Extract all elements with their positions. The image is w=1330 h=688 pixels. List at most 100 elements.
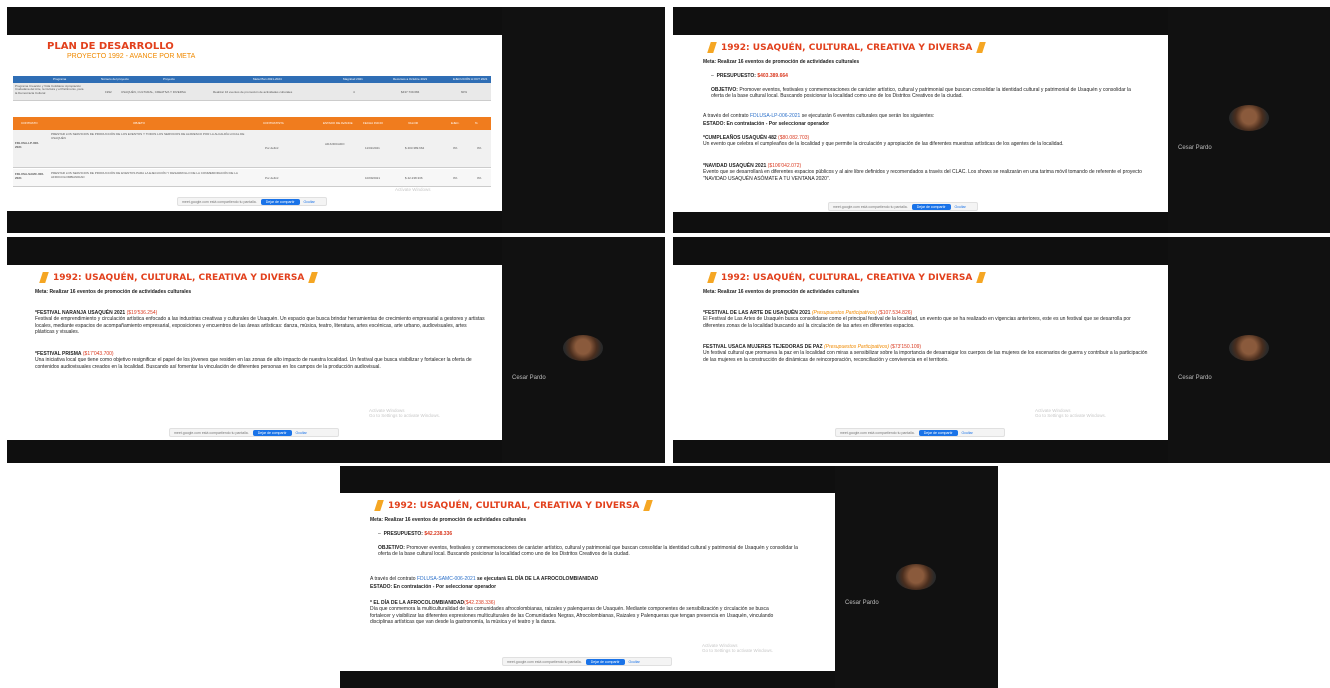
participant-avatar — [896, 564, 936, 590]
event-1: *FESTIVAL NARANJA USAQUÉN 2021 ($19'536.… — [35, 310, 485, 335]
event-2-title: FESTIVAL USACA MUJERES TEJEDORAS DE PAZ — [703, 344, 823, 350]
table-1-row: Programa Creación y Vida Cotidiana: Apro… — [13, 83, 491, 101]
share-bar-text: meet.google.com está compartiendo tu pan… — [174, 430, 249, 435]
table-1-cell: 1992 — [105, 90, 112, 94]
stop-sharing-button[interactable]: Dejar de compartir — [260, 198, 300, 205]
event-1: *FESTIVAL DE LAS ARTE DE USAQUÉN 2021 (P… — [703, 310, 1153, 329]
table-2-header-cell: CONTRATO — [21, 121, 38, 125]
table-2-cell: 10/09/2021 — [365, 176, 381, 180]
objective-text: Promover eventos, festivales y conmemora… — [378, 545, 798, 558]
screen-share-frame-1: PLAN DE DESARROLLO PROYECTO 1992 - AVANC… — [7, 7, 665, 233]
table-1-header-cell: Recursos a Octubre 2021 — [393, 77, 428, 81]
share-bar: meet.google.com está compartiendo tu pan… — [835, 428, 1005, 437]
watermark: Activate Windows Go to Settings to activ… — [1035, 408, 1106, 419]
event-2-title: *FESTIVAL PRISMA — [35, 351, 82, 357]
event-1-tag: (Presupuestos Participativos) — [811, 310, 877, 316]
share-bar-text: meet.google.com está compartiendo tu pan… — [182, 199, 257, 204]
slide-title-row: 1992: USAQUÉN, CULTURAL, CREATIVA Y DIVE… — [707, 42, 987, 53]
table-2-cell: PRESTAR LOS SERVICIOS DE PRODUCCIÓN DE L… — [51, 132, 245, 140]
event-2: *FESTIVAL PRISMA ($17'043.700) Una inici… — [35, 351, 485, 370]
accent-mark-icon — [39, 272, 49, 283]
hide-button[interactable]: Ocultar — [304, 200, 315, 204]
stop-sharing-button[interactable]: Dejar de compartir — [911, 203, 951, 210]
event-1-value: ($42.238.336) — [464, 600, 496, 606]
table-1-header-cell: Número del proyecto — [101, 77, 129, 81]
objective-block: OBJETIVO: Promover eventos, festivales y… — [378, 545, 798, 558]
budget-value: $42.238.336 — [424, 531, 453, 537]
hide-button[interactable]: Ocultar — [955, 205, 966, 209]
participant-name: Cesar Pardo — [512, 375, 546, 381]
slide-plan-desarrollo: PLAN DE DESARROLLO PROYECTO 1992 - AVANC… — [7, 35, 502, 211]
table-2-cell: Por definir — [265, 146, 279, 150]
slide-subtitle: PROYECTO 1992 - AVANCE POR META — [67, 53, 196, 60]
table-2-cell: 0% — [477, 146, 482, 150]
table-2-header-cell: FECHA INICIO — [363, 121, 384, 125]
hide-button[interactable]: Ocultar — [629, 660, 640, 664]
stop-sharing-button[interactable]: Dejar de compartir — [585, 658, 625, 665]
stop-sharing-button[interactable]: Dejar de compartir — [252, 429, 292, 436]
participant-name: Cesar Pardo — [1178, 375, 1212, 381]
budget-line: – PRESUPUESTO: $403.389.664 — [711, 73, 788, 79]
share-bar-text: meet.google.com está compartiendo tu pan… — [840, 430, 915, 435]
participant-name: Cesar Pardo — [1178, 145, 1212, 151]
share-bar: meet.google.com está compartiendo tu pan… — [828, 202, 978, 211]
event-2-value: ($73'150.109) — [890, 344, 922, 350]
contract-suffix: se ejecutará EL DÍA DE LA AFROCOLOMBIANI… — [477, 576, 599, 582]
status-line: ESTADO: En contratación - Por selecciona… — [370, 584, 497, 590]
table-1-header-cell: Magnitud 2021 — [343, 77, 363, 81]
slide-1992-eventos-a: 1992: USAQUÉN, CULTURAL, CREATIVA Y DIVE… — [673, 35, 1168, 212]
event-2-text: Evento que se desarrollará en diferentes… — [703, 169, 1142, 182]
share-bar: meet.google.com está compartiendo tu pan… — [169, 428, 339, 437]
stop-sharing-button[interactable]: Dejar de compartir — [918, 429, 958, 436]
slide-title: 1992: USAQUÉN, CULTURAL, CREATIVA Y DIVE… — [388, 500, 640, 511]
table-1-cell: $437.739.684 — [401, 90, 420, 94]
table-1-header-cell: Proyecto — [163, 77, 175, 81]
table-1-cell: 4 — [353, 90, 355, 94]
slide-title-row: 1992: USAQUÉN, CULTURAL, CREATIVA Y DIVE… — [707, 272, 987, 283]
event-2-value: ($17'043.700) — [82, 351, 114, 357]
table-1-header-cell: EJECUCIÓN A OCT 2021 — [453, 77, 488, 81]
hide-button[interactable]: Ocultar — [296, 431, 307, 435]
slide-1992-eventos-b: 1992: USAQUÉN, CULTURAL, CREATIVA Y DIVE… — [7, 265, 502, 440]
share-bar-text: meet.google.com está compartiendo tu pan… — [833, 204, 908, 209]
table-2-row: FDLUSA-SAMC-006-2021 PRESTAR LOS SERVICI… — [13, 169, 491, 187]
table-1-header-cell: Meta Plan 2021-2024 — [253, 77, 282, 81]
table-2-header-cell: EJEC. — [451, 121, 460, 125]
share-bar: meet.google.com está compartiendo tu pan… — [177, 197, 327, 206]
table-1-cell: 60% — [461, 90, 468, 94]
accent-mark-icon — [308, 272, 319, 283]
accent-mark-icon — [976, 272, 987, 283]
screen-share-frame-5: 1992: USAQUÉN, CULTURAL, CREATIVA Y DIVE… — [340, 466, 998, 688]
budget-value: $403.389.664 — [757, 73, 788, 79]
event-1-title: * EL DÍA DE LA AFROCOLOMBIANIDAD — [370, 600, 465, 606]
event-2-text: Una iniciativa local que tiene como obje… — [35, 357, 472, 370]
slide-title-row: 1992: USAQUÉN, CULTURAL, CREATIVA Y DIVE… — [374, 500, 654, 511]
table-1-header-cell: Programa — [53, 77, 67, 81]
accent-mark-icon — [374, 500, 384, 511]
table-2-cell: 0% — [453, 146, 458, 150]
event-1-text: Día que conmemora la multiculturalidad d… — [370, 606, 774, 625]
table-1-header: Programa Número del proyecto Proyecto Me… — [13, 76, 491, 83]
event-2-value: ($106'042.072) — [767, 163, 802, 169]
table-2-cell: PRESTAR LOS SERVICIOS DE PRODUCCIÓN DE E… — [51, 171, 238, 179]
status-line: ESTADO: En contratación - Por selecciona… — [703, 121, 830, 127]
goal-text: Meta: Realizar 16 eventos de promoción d… — [703, 59, 860, 65]
table-2-cell: FDLUSA-SAMC-006-2021 — [15, 172, 45, 180]
event-1-value: ($107.534.826) — [878, 310, 913, 316]
slide-title-row: 1992: USAQUÉN, CULTURAL, CREATIVA Y DIVE… — [39, 272, 319, 283]
objective-block: OBJETIVO: Promover eventos, festivales y… — [711, 87, 1131, 100]
hide-button[interactable]: Ocultar — [962, 431, 973, 435]
participant-tile — [502, 7, 665, 233]
accent-mark-icon — [976, 42, 987, 53]
budget-label: PRESUPUESTO: — [383, 531, 423, 537]
participant-name: Cesar Pardo — [845, 600, 879, 606]
event-1-title: *FESTIVAL NARANJA USAQUÉN 2021 — [35, 310, 126, 316]
slide-1992-eventos-c: 1992: USAQUÉN, CULTURAL, CREATIVA Y DIVE… — [673, 265, 1168, 440]
watermark: Activate Windows — [395, 187, 431, 192]
table-2-header-cell: ESTADO DE AVANCE — [323, 121, 353, 125]
screen-share-frame-3: 1992: USAQUÉN, CULTURAL, CREATIVA Y DIVE… — [7, 237, 665, 463]
table-2-cell: $ 403.389.664 — [405, 146, 425, 150]
objective-text: Promover eventos, festivales y conmemora… — [711, 87, 1131, 100]
event-1-title: *FESTIVAL DE LAS ARTE DE USAQUÉN 2021 — [703, 310, 811, 316]
event-1-title: *CUMPLEAÑOS USAQUÉN 482 — [703, 135, 777, 141]
